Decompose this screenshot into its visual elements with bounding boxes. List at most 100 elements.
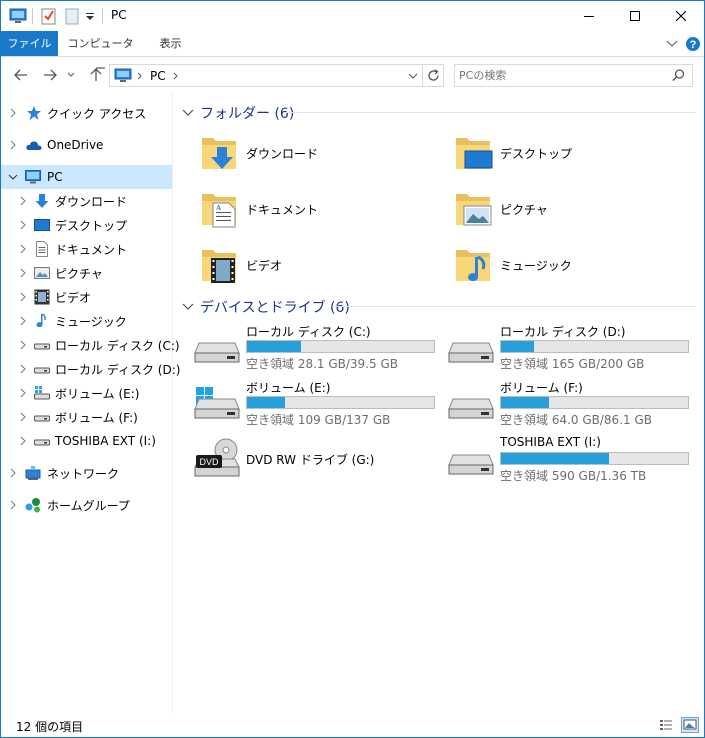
minimize-button[interactable] (566, 1, 612, 31)
breadcrumb-separator-icon[interactable] (173, 72, 179, 80)
documents-folder-icon: A (202, 194, 236, 228)
properties-icon[interactable] (41, 7, 57, 25)
folder-tile-desktop[interactable]: デスクトップ (453, 129, 683, 177)
chevron-right-icon[interactable] (18, 364, 28, 374)
drive-tile-c[interactable]: ローカル ディスク (C:) 空き領域 28.1 GB/39.5 GB (194, 321, 439, 371)
chevron-right-icon[interactable] (8, 140, 18, 150)
drive-icon (194, 342, 240, 363)
recent-locations-button[interactable] (65, 66, 77, 84)
chevron-right-icon[interactable] (18, 196, 28, 206)
folder-label: デスクトップ (500, 147, 573, 161)
nav-item-quick-access[interactable]: クイック アクセス (1, 101, 172, 125)
nav-item-label: ホームグループ (47, 498, 130, 513)
folder-tile-downloads[interactable]: ダウンロード (199, 129, 429, 177)
breadcrumb-item[interactable]: PC (150, 69, 166, 83)
videos-folder-icon (202, 250, 236, 283)
new-folder-icon[interactable] (65, 7, 79, 25)
address-bar[interactable]: PC (109, 64, 444, 87)
large-icons-view-icon[interactable] (681, 717, 699, 733)
chevron-right-icon[interactable] (18, 268, 28, 278)
drive-icon (34, 367, 50, 374)
drive-usage-fill (501, 453, 609, 464)
nav-item-volume-e[interactable]: ボリューム (E:) (1, 381, 172, 405)
chevron-right-icon[interactable] (18, 388, 28, 398)
chevron-right-icon[interactable] (18, 292, 28, 302)
nav-item-pictures[interactable]: ピクチャ (1, 261, 172, 285)
nav-item-drive-d[interactable]: ローカル ディスク (D:) (1, 357, 180, 381)
chevron-right-icon[interactable] (18, 340, 28, 350)
nav-item-music[interactable]: ミュージック (1, 309, 172, 333)
nav-item-volume-f[interactable]: ボリューム (F:) (1, 405, 172, 429)
close-button[interactable] (658, 1, 704, 31)
nav-item-desktop[interactable]: デスクトップ (1, 213, 172, 237)
drive-icon (448, 454, 494, 475)
nav-item-label: ボリューム (F:) (55, 410, 138, 425)
details-view-icon[interactable] (659, 719, 673, 731)
drive-tile-e[interactable]: ボリューム (E:) 空き領域 109 GB/137 GB (194, 377, 439, 427)
download-folder-icon (202, 138, 236, 169)
chevron-right-icon[interactable] (8, 468, 18, 478)
drive-usage-bar (500, 340, 689, 353)
folder-tile-pictures[interactable]: ピクチャ (453, 185, 683, 233)
address-history-dropdown-icon[interactable] (408, 73, 418, 79)
drive-usage-bar (500, 452, 689, 465)
up-button[interactable] (87, 66, 105, 84)
group-divider (284, 112, 696, 113)
nav-item-label: PC (47, 170, 63, 184)
drive-tile-f[interactable]: ボリューム (F:) 空き領域 64.0 GB/86.1 GB (448, 377, 693, 427)
nav-item-pc[interactable]: PC (1, 165, 172, 189)
drive-free-space: 空き領域 109 GB/137 GB (246, 413, 391, 427)
drive-label: ボリューム (E:) (246, 381, 331, 395)
refresh-icon[interactable] (427, 69, 440, 82)
folder-tile-videos[interactable]: ビデオ (199, 241, 429, 289)
drive-free-space: 空き領域 28.1 GB/39.5 GB (246, 357, 398, 371)
nav-item-documents[interactable]: ドキュメント (1, 237, 172, 261)
tab-file[interactable]: ファイル (1, 31, 58, 56)
drive-usage-fill (247, 397, 286, 408)
navigation-bar: PC (1, 58, 704, 92)
computer-icon (25, 170, 41, 184)
group-header-folders[interactable]: フォルダー (6) (182, 103, 294, 123)
forward-button[interactable] (41, 66, 59, 84)
nav-item-homegroup[interactable]: ホームグループ (1, 493, 172, 517)
nav-item-network[interactable]: ネットワーク (1, 461, 172, 485)
tab-computer[interactable]: コンピューター (63, 31, 138, 75)
item-count: 12 個の項目 (16, 720, 84, 734)
drive-label: ボリューム (F:) (500, 381, 583, 395)
separator (422, 65, 423, 86)
windows-drive-icon (194, 387, 240, 419)
chevron-down-icon (182, 109, 194, 116)
chevron-right-icon[interactable] (18, 220, 28, 230)
group-header-drives[interactable]: デバイスとドライブ (6) (182, 297, 350, 317)
drive-tile-toshiba-i[interactable]: TOSHIBA EXT (I:) 空き領域 590 GB/1.36 TB (448, 433, 693, 483)
drive-tile-dvd-g[interactable]: DVD DVD RW ドライブ (G:) (194, 433, 439, 481)
nav-item-onedrive[interactable]: OneDrive (1, 133, 172, 157)
group-title: フォルダー (6) (200, 106, 295, 122)
help-icon[interactable]: ? (685, 36, 701, 52)
chevron-right-icon[interactable] (18, 316, 28, 326)
ribbon-expand-icon[interactable] (666, 39, 678, 49)
search-box[interactable] (454, 64, 693, 87)
folder-tile-documents[interactable]: A ドキュメント (199, 185, 429, 233)
nav-item-drive-c[interactable]: ローカル ディスク (C:) (1, 333, 180, 357)
folder-tile-music[interactable]: ミュージック (453, 241, 683, 289)
chevron-right-icon[interactable] (8, 108, 18, 118)
drive-tile-d[interactable]: ローカル ディスク (D:) 空き領域 165 GB/200 GB (448, 321, 693, 371)
tab-view[interactable]: 表示 (148, 31, 193, 56)
search-input[interactable] (459, 67, 664, 84)
maximize-button[interactable] (612, 1, 658, 31)
chevron-right-icon[interactable] (18, 436, 28, 446)
chevron-right-icon[interactable] (8, 500, 18, 510)
nav-item-downloads[interactable]: ダウンロード (1, 189, 172, 213)
nav-item-videos[interactable]: ビデオ (1, 285, 172, 309)
chevron-right-icon[interactable] (18, 244, 28, 254)
nav-item-toshiba-ext[interactable]: TOSHIBA EXT (I:) (1, 429, 172, 453)
chevron-down-icon[interactable] (8, 172, 18, 182)
chevron-right-icon[interactable] (18, 412, 28, 422)
music-folder-icon (36, 313, 46, 328)
back-button[interactable] (12, 66, 30, 84)
customize-dropdown-icon[interactable] (85, 7, 95, 25)
search-icon[interactable] (672, 69, 685, 82)
group-divider (332, 306, 696, 307)
nav-item-label: ピクチャ (55, 266, 103, 281)
